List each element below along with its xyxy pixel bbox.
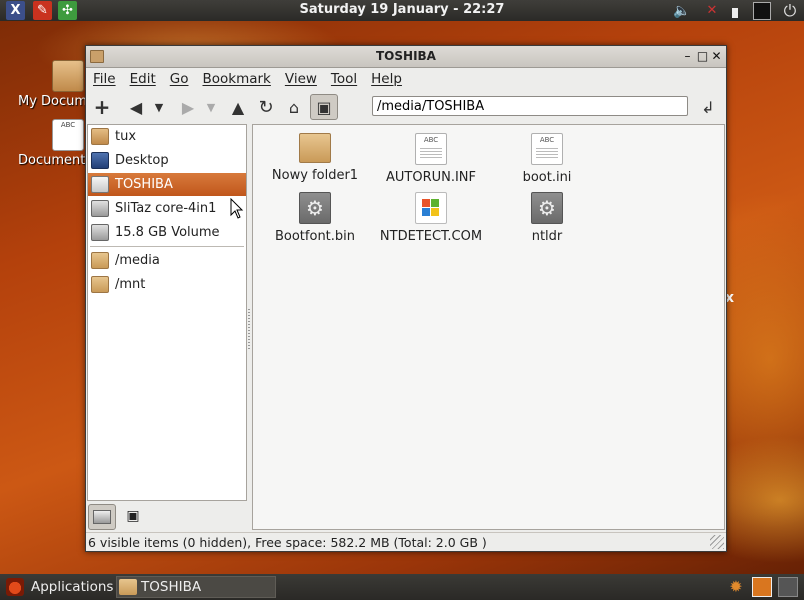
binary-file-icon: ⚙ bbox=[531, 192, 563, 224]
sidebar: tux Desktop TOSHIBA SliTaz core-4in1 15.… bbox=[87, 124, 247, 501]
menu-tool[interactable]: Tool bbox=[324, 71, 364, 87]
file-name: Bootfont.bin bbox=[274, 229, 356, 244]
back-button[interactable]: ◀ bbox=[124, 94, 148, 120]
sidebar-item-desktop[interactable]: Desktop bbox=[88, 149, 246, 172]
volume-icon[interactable]: 🔈 bbox=[672, 1, 692, 20]
sidebar-item-label: 15.8 GB Volume bbox=[115, 225, 220, 240]
sidebar-item-label: SliTaz core-4in1 bbox=[115, 201, 217, 216]
menu-view[interactable]: View bbox=[278, 71, 324, 87]
sidebar-mode-bar: ▣ bbox=[86, 502, 246, 530]
sidebar-item-label: TOSHIBA bbox=[115, 177, 173, 192]
menu-bookmark[interactable]: Bookmark bbox=[195, 71, 277, 87]
sidebar-item-mnt[interactable]: /mnt bbox=[88, 273, 246, 296]
network-disabled-icon[interactable]: ✕ bbox=[702, 1, 722, 20]
taskbar-item-label: TOSHIBA bbox=[141, 579, 202, 595]
forward-button[interactable]: ▶ bbox=[176, 94, 200, 120]
minimize-button[interactable]: – bbox=[681, 48, 694, 64]
bottom-panel: Applications TOSHIBA ✹ bbox=[0, 574, 804, 600]
forward-history-button[interactable]: ▼ bbox=[204, 94, 218, 120]
binary-file-icon: ⚙ bbox=[299, 192, 331, 224]
menu-edit[interactable]: Edit bbox=[123, 71, 163, 87]
sidebar-divider bbox=[90, 246, 244, 247]
file-name: boot.ini bbox=[522, 170, 572, 185]
mouse-cursor-icon bbox=[230, 197, 244, 224]
text-file-icon: ABC bbox=[531, 133, 563, 165]
file-item-boot-ini[interactable]: ABC boot.ini bbox=[489, 133, 605, 185]
places-view-button[interactable] bbox=[88, 504, 116, 530]
drive-icon bbox=[91, 224, 109, 241]
file-name: ntldr bbox=[531, 229, 563, 244]
reload-button[interactable]: ↻ bbox=[254, 94, 278, 120]
folder-icon bbox=[119, 579, 137, 595]
maximize-button[interactable]: □ bbox=[696, 48, 709, 64]
sidebar-item-label: Desktop bbox=[115, 153, 169, 168]
folder-icon bbox=[299, 133, 331, 163]
window-titlebar[interactable]: TOSHIBA – □ ✕ bbox=[86, 46, 726, 68]
file-manager-window: TOSHIBA – □ ✕ File Edit Go Bookmark View… bbox=[85, 45, 727, 552]
battery-icon[interactable] bbox=[730, 1, 740, 20]
go-button[interactable]: ↲ bbox=[696, 96, 720, 118]
up-button[interactable]: ▲ bbox=[226, 94, 250, 120]
close-button[interactable]: ✕ bbox=[710, 48, 723, 64]
terminal-icon[interactable] bbox=[752, 1, 772, 20]
file-item-autorun-inf[interactable]: ABC AUTORUN.INF bbox=[373, 133, 489, 185]
desktop-icon-label: Document bbox=[18, 153, 86, 168]
toolbar: + ◀ ▼ ▶ ▼ ▲ ↻ ⌂ ▣ ↲ bbox=[86, 92, 726, 122]
desktop-icon bbox=[91, 152, 109, 169]
new-tab-button[interactable]: + bbox=[90, 94, 114, 120]
file-item-nowy-folder1[interactable]: Nowy folder1 bbox=[257, 133, 373, 183]
menu-go[interactable]: Go bbox=[163, 71, 196, 87]
path-input[interactable] bbox=[372, 96, 688, 116]
text-file-icon: ABC bbox=[415, 133, 447, 165]
window-title: TOSHIBA bbox=[376, 49, 436, 63]
folder-icon bbox=[91, 252, 109, 269]
toggle-sidebar-button[interactable]: ▣ bbox=[310, 94, 338, 120]
sidebar-item-toshiba[interactable]: TOSHIBA bbox=[88, 173, 246, 196]
sidebar-item-label: /mnt bbox=[115, 277, 146, 292]
sidebar-item-media[interactable]: /media bbox=[88, 249, 246, 272]
file-name: Nowy folder1 bbox=[271, 168, 359, 183]
sidebar-item-label: tux bbox=[115, 129, 137, 144]
file-item-ntdetect-com[interactable]: NTDETECT.COM bbox=[373, 192, 489, 244]
menu-help[interactable]: Help bbox=[364, 71, 409, 87]
menubar: File Edit Go Bookmark View Tool Help bbox=[86, 68, 726, 90]
home-folder-icon bbox=[91, 128, 109, 145]
text-document-icon: ABC bbox=[52, 119, 84, 151]
usb-drive-icon bbox=[91, 176, 109, 193]
status-bar: 6 visible items (0 hidden), Free space: … bbox=[86, 532, 726, 551]
sidebar-item-label: /media bbox=[115, 253, 160, 268]
back-history-button[interactable]: ▼ bbox=[152, 94, 166, 120]
power-icon[interactable]: ⏻ bbox=[780, 1, 800, 20]
drive-icon bbox=[93, 510, 111, 524]
sidebar-item-volume[interactable]: 15.8 GB Volume bbox=[88, 221, 246, 244]
file-item-ntldr[interactable]: ⚙ ntldr bbox=[489, 192, 605, 244]
folder-icon bbox=[91, 276, 109, 293]
file-name: AUTORUN.INF bbox=[385, 170, 477, 185]
home-button[interactable]: ⌂ bbox=[282, 94, 306, 120]
desktop-icon-label: My Docum bbox=[18, 94, 88, 109]
file-item-bootfont-bin[interactable]: ⚙ Bootfont.bin bbox=[257, 192, 373, 244]
file-name: NTDETECT.COM bbox=[379, 229, 483, 244]
applications-label: Applications bbox=[31, 579, 114, 595]
applications-menu-button[interactable]: Applications bbox=[6, 577, 113, 597]
top-panel: X ✎ ✣ Saturday 19 January - 22:27 🔈 ✕ ⏻ bbox=[0, 0, 804, 21]
windows-executable-icon bbox=[415, 192, 447, 224]
settings-tray-icon[interactable]: ✹ bbox=[726, 577, 746, 597]
pane-splitter[interactable] bbox=[247, 124, 251, 530]
file-list: Nowy folder1 ABC AUTORUN.INF ABC boot.in… bbox=[252, 124, 725, 530]
workspace-1-button[interactable] bbox=[752, 577, 772, 597]
resize-grip[interactable] bbox=[710, 535, 724, 549]
sidebar-item-tux[interactable]: tux bbox=[88, 125, 246, 148]
drive-icon bbox=[91, 200, 109, 217]
applications-menu-icon bbox=[6, 578, 24, 596]
workspace-2-button[interactable] bbox=[778, 577, 798, 597]
taskbar-item-toshiba[interactable]: TOSHIBA bbox=[116, 576, 276, 598]
menu-file[interactable]: File bbox=[86, 71, 123, 87]
status-text: 6 visible items (0 hidden), Free space: … bbox=[88, 534, 487, 550]
home-folder-icon bbox=[52, 60, 84, 92]
sidebar-item-slitaz[interactable]: SliTaz core-4in1 bbox=[88, 197, 246, 220]
tree-view-button[interactable]: ▣ bbox=[120, 504, 146, 528]
